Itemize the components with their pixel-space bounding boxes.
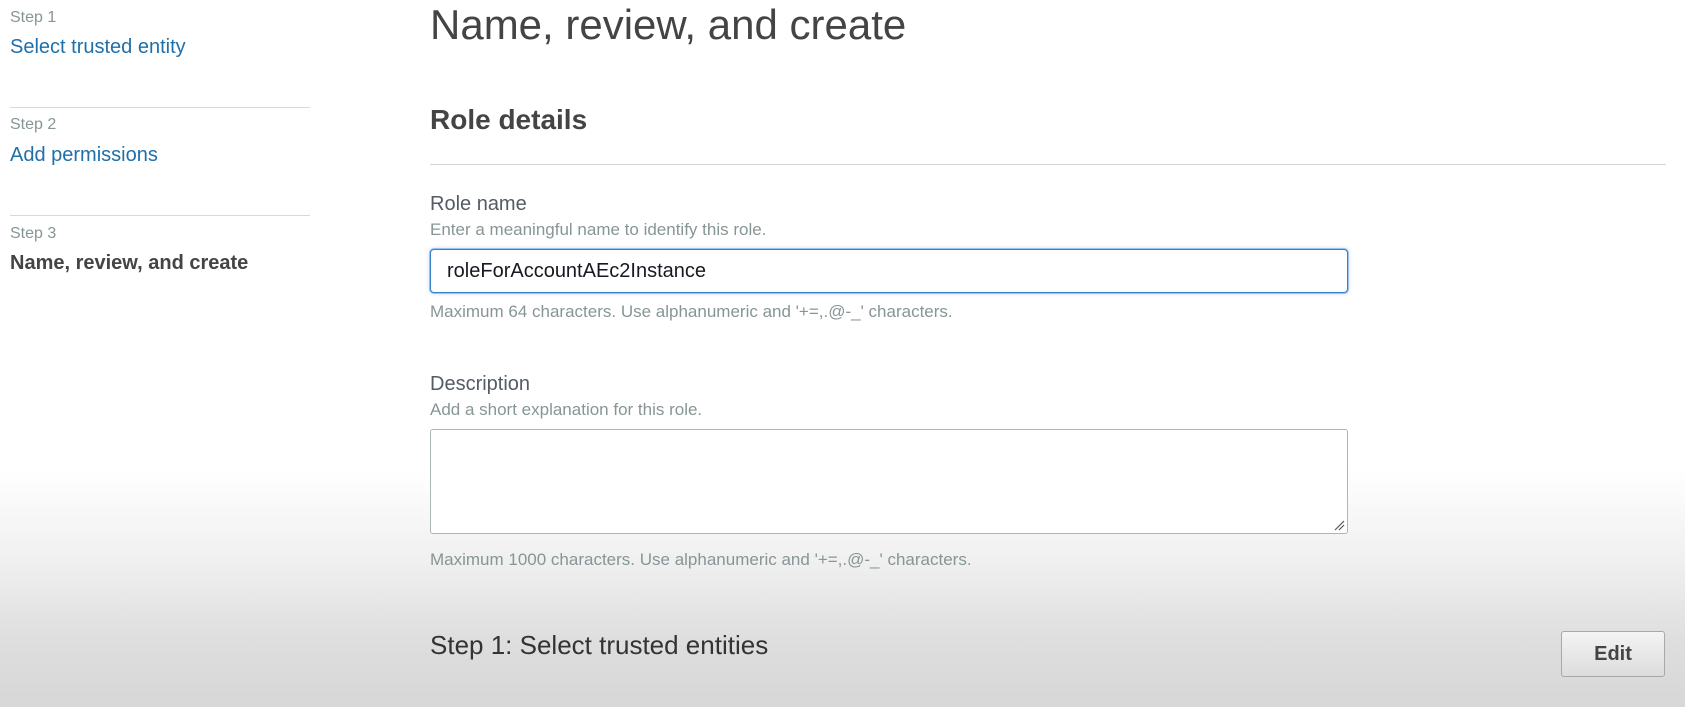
step-number-label: Step 3 — [10, 225, 57, 242]
edit-trusted-entities-button[interactable]: Edit — [1561, 631, 1665, 677]
trusted-entities-heading: Step 1: Select trusted entities — [430, 630, 769, 660]
description-hint: Add a short explanation for this role. — [430, 400, 703, 419]
current-step-title: Name, review, and create — [10, 252, 249, 274]
role-name-constraint-text: Maximum 64 characters. Use alphanumeric … — [430, 302, 953, 321]
step-link-select-trusted-entity[interactable]: Select trusted entity — [10, 36, 186, 59]
resize-grip-icon[interactable] — [1334, 520, 1345, 531]
step-link-add-permissions[interactable]: Add permissions — [10, 144, 158, 167]
wizard-step-2: Step 2 Add permissions — [10, 107, 310, 215]
page-title: Name, review, and create — [430, 1, 907, 48]
wizard-steps-nav: Step 1 Select trusted entity Step 2 Add … — [10, 0, 310, 323]
wizard-step-3: Step 3 Name, review, and create — [10, 215, 310, 323]
role-details-heading: Role details — [430, 104, 588, 135]
step-number-label: Step 1 — [10, 9, 57, 26]
description-label: Description — [430, 373, 531, 395]
role-name-hint: Enter a meaningful name to identify this… — [430, 220, 767, 239]
description-constraint-text: Maximum 1000 characters. Use alphanumeri… — [430, 550, 972, 569]
role-name-label: Role name — [430, 193, 527, 215]
description-textarea[interactable] — [430, 429, 1348, 534]
section-divider — [430, 164, 1666, 165]
wizard-step-1: Step 1 Select trusted entity — [10, 0, 310, 107]
role-name-input[interactable] — [430, 249, 1348, 293]
step-number-label: Step 2 — [10, 116, 57, 133]
